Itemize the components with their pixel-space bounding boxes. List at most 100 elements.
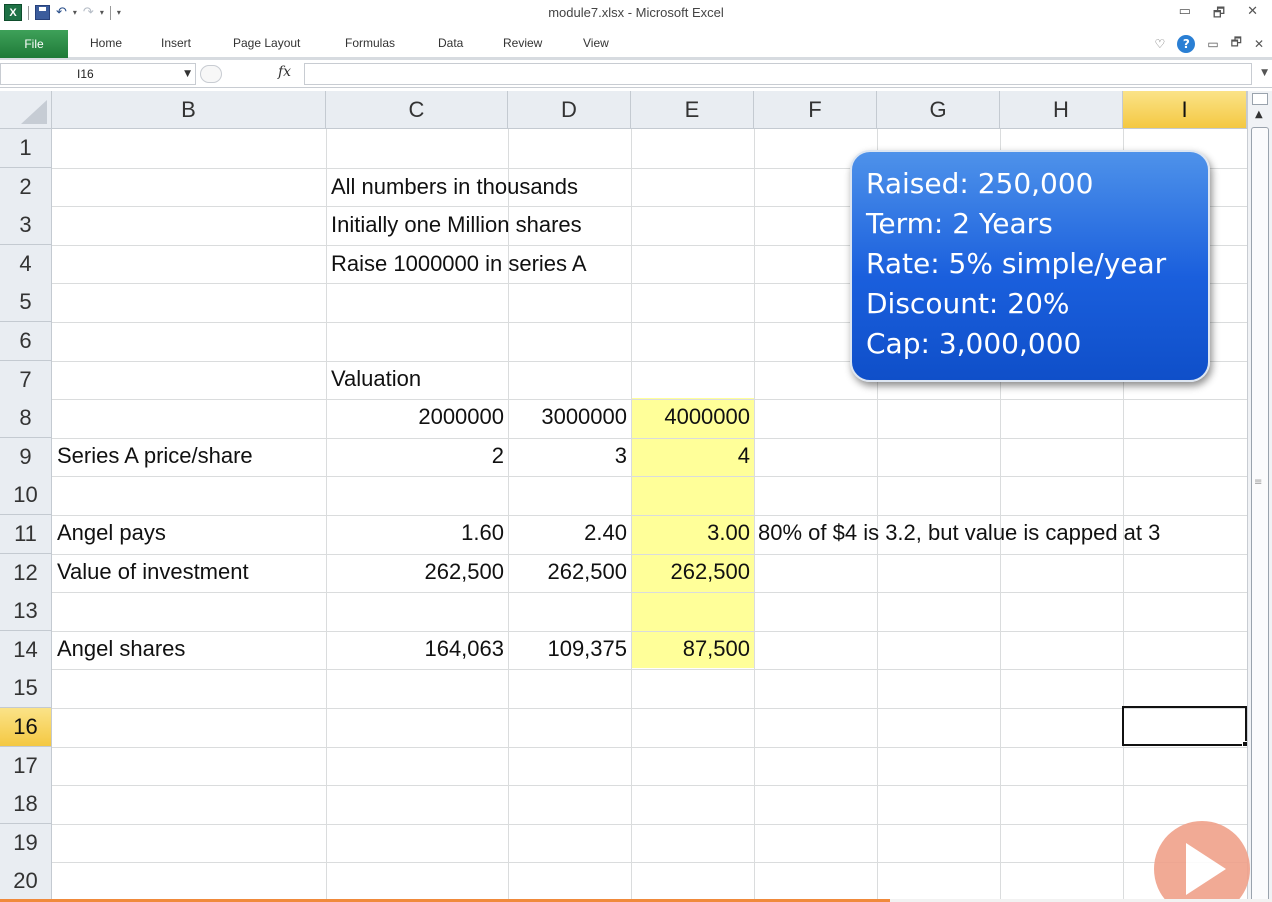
cell-d14[interactable]: 109,375	[508, 630, 627, 668]
column-header-c[interactable]: C	[326, 91, 508, 129]
row-header-3[interactable]: 3	[0, 206, 52, 245]
vertical-scrollbar[interactable]: ▲ ≡	[1247, 91, 1272, 902]
scrollbar-thumb[interactable]	[1251, 127, 1269, 902]
cell-c9[interactable]: 2	[326, 437, 504, 475]
row-header-6[interactable]: 6	[0, 322, 52, 361]
window-title: module7.xlsx - Microsoft Excel	[548, 5, 724, 20]
row-header-12[interactable]: 12	[0, 554, 52, 593]
callout-rate: Rate: 5% simple/year	[866, 247, 1167, 280]
name-box[interactable]: I16 ▼	[0, 63, 196, 85]
row-gridline	[52, 785, 1247, 786]
cell-c3[interactable]: Initially one Million shares	[331, 206, 582, 244]
row-header-13[interactable]: 13	[0, 592, 52, 631]
row-header-20[interactable]: 20	[0, 862, 52, 901]
tab-file[interactable]: File	[0, 30, 68, 58]
window-controls: ▭ 🗗 ✕	[1179, 4, 1258, 26]
tab-view[interactable]: View	[583, 36, 609, 50]
active-cell-i16[interactable]	[1122, 706, 1247, 746]
row-gridline	[52, 476, 1247, 477]
tab-home[interactable]: Home	[90, 36, 122, 50]
row-gridline	[52, 669, 1247, 670]
split-box[interactable]	[1252, 93, 1268, 105]
restore-icon[interactable]: 🗗	[1213, 4, 1225, 26]
tab-formulas[interactable]: Formulas	[345, 36, 395, 50]
column-header-h[interactable]: H	[1000, 91, 1123, 129]
cell-b12[interactable]: Value of investment	[57, 553, 249, 591]
expand-formula-bar-icon[interactable]: ▼	[1261, 68, 1268, 78]
row-gridline	[52, 592, 1247, 593]
cell-b14[interactable]: Angel shares	[57, 630, 185, 668]
callout-cap: Cap: 3,000,000	[866, 327, 1082, 360]
callout-term: Term: 2 Years	[866, 207, 1053, 240]
tab-page-layout[interactable]: Page Layout	[233, 36, 300, 50]
help-icon[interactable]: ?	[1177, 34, 1196, 53]
column-gridline	[754, 129, 755, 902]
ribbon-controls: ♡ ? ▭ 🗗 ✕	[1155, 33, 1264, 54]
cell-d9[interactable]: 3	[508, 437, 627, 475]
workbook-close-icon[interactable]: ✕	[1254, 37, 1264, 51]
close-icon[interactable]: ✕	[1247, 4, 1258, 26]
row-header-11[interactable]: 11	[0, 515, 52, 554]
select-all-button[interactable]	[0, 91, 52, 129]
cell-c14[interactable]: 164,063	[326, 630, 504, 668]
row-header-7[interactable]: 7	[0, 361, 52, 400]
info-callout: Raised: 250,000 Term: 2 Years Rate: 5% s…	[850, 150, 1210, 382]
cell-e9[interactable]: 4	[631, 437, 750, 475]
row-header-15[interactable]: 15	[0, 669, 52, 708]
callout-raised: Raised: 250,000	[866, 167, 1094, 200]
row-header-14[interactable]: 14	[0, 631, 52, 670]
row-gridline	[52, 708, 1247, 709]
row-header-9[interactable]: 9	[0, 438, 52, 477]
formula-tools: 𝑓x	[198, 63, 304, 85]
cell-c11[interactable]: 1.60	[326, 514, 504, 552]
cell-d12[interactable]: 262,500	[508, 553, 627, 591]
row-header-10[interactable]: 10	[0, 476, 52, 515]
cell-e8[interactable]: 4000000	[631, 398, 750, 436]
cell-c4[interactable]: Raise 1000000 in series A	[331, 245, 587, 283]
column-header-e[interactable]: E	[631, 91, 754, 129]
row-gridline	[52, 824, 1247, 825]
row-header-5[interactable]: 5	[0, 283, 52, 322]
minimize-icon[interactable]: ▭	[1179, 4, 1191, 26]
column-header-d[interactable]: D	[508, 91, 631, 129]
cell-c2[interactable]: All numbers in thousands	[331, 168, 578, 206]
column-header-g[interactable]: G	[877, 91, 1000, 129]
chevron-down-icon[interactable]: ▼	[184, 69, 191, 79]
row-header-16[interactable]: 16	[0, 708, 52, 747]
column-header-f[interactable]: F	[754, 91, 877, 129]
row-header-19[interactable]: 19	[0, 824, 52, 863]
cell-e12[interactable]: 262,500	[631, 553, 750, 591]
row-header-18[interactable]: 18	[0, 785, 52, 824]
cell-d8[interactable]: 3000000	[508, 398, 627, 436]
formula-bar-resize-handle[interactable]	[200, 65, 222, 83]
workbook-restore-icon[interactable]: 🗗	[1231, 33, 1242, 54]
row-header-17[interactable]: 17	[0, 747, 52, 786]
play-icon	[1186, 843, 1226, 895]
formula-bar: I16 ▼ 𝑓x ▼	[0, 60, 1272, 88]
cell-e11[interactable]: 3.00	[631, 514, 750, 552]
cell-b11[interactable]: Angel pays	[57, 514, 166, 552]
cell-c12[interactable]: 262,500	[326, 553, 504, 591]
column-header-b[interactable]: B	[52, 91, 326, 129]
row-header-1[interactable]: 1	[0, 129, 52, 168]
cell-f11[interactable]: 80% of $4 is 3.2, but value is capped at…	[758, 514, 1160, 552]
tab-insert[interactable]: Insert	[161, 36, 191, 50]
formula-input[interactable]	[304, 63, 1252, 85]
cell-c7[interactable]: Valuation	[331, 360, 421, 398]
insert-function-icon[interactable]: 𝑓x	[278, 64, 291, 80]
cell-e14[interactable]: 87,500	[631, 630, 750, 668]
cell-d11[interactable]: 2.40	[508, 514, 627, 552]
cell-c8[interactable]: 2000000	[326, 398, 504, 436]
row-header-4[interactable]: 4	[0, 245, 52, 284]
row-header-8[interactable]: 8	[0, 399, 52, 438]
ribbon-tabs: File Home Insert Page Layout Formulas Da…	[0, 28, 1272, 60]
column-header-i[interactable]: I	[1123, 91, 1247, 129]
minimize-ribbon-icon[interactable]: ♡	[1155, 37, 1166, 51]
workbook-minimize-icon[interactable]: ▭	[1207, 37, 1218, 51]
scroll-up-icon[interactable]: ▲	[1255, 109, 1263, 120]
cell-b9[interactable]: Series A price/share	[57, 437, 253, 475]
row-header-2[interactable]: 2	[0, 168, 52, 207]
title-bar: X ↶ ▾ ↷ ▾ ▾ module7.xlsx - Microsoft Exc…	[0, 0, 1272, 28]
tab-review[interactable]: Review	[503, 36, 542, 50]
tab-data[interactable]: Data	[438, 36, 463, 50]
